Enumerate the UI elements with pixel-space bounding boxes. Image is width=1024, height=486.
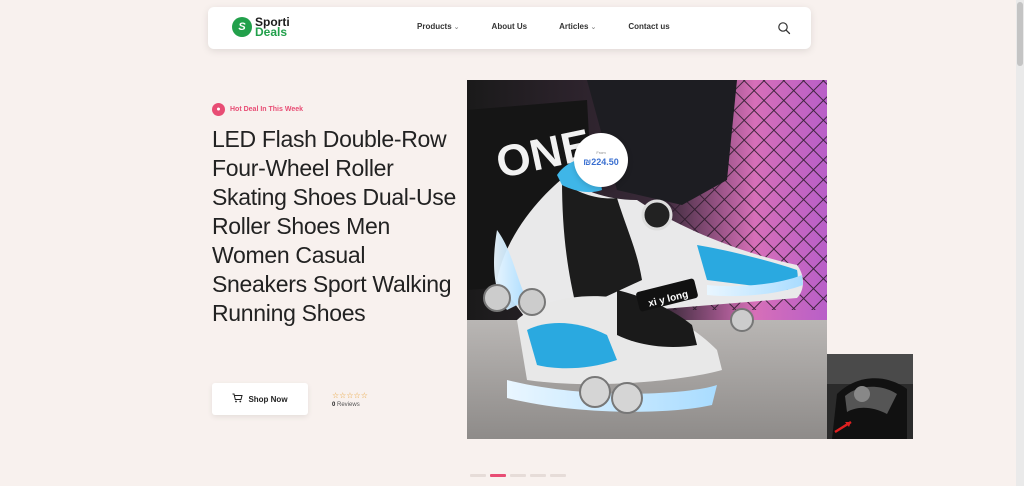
product-title: LED Flash Double-Row Four-Wheel Roller S… bbox=[212, 126, 456, 326]
review-count-number: 0 bbox=[332, 402, 336, 408]
slider-dot[interactable] bbox=[510, 474, 526, 477]
nav-item-articles[interactable]: Articles ⌄ bbox=[559, 22, 596, 31]
logo-line-2: Deals bbox=[255, 25, 288, 39]
hot-deal-badge: ● Hot Deal In This Week bbox=[212, 103, 462, 116]
nav-label-contact: Contact us bbox=[628, 22, 670, 31]
main-nav: Products ⌄ About Us Articles ⌄ Contact u… bbox=[417, 22, 702, 31]
search-icon[interactable] bbox=[777, 21, 791, 35]
hot-deal-text: Hot Deal In This Week bbox=[230, 106, 303, 113]
fire-icon: ● bbox=[212, 103, 225, 116]
nav-label-articles: Articles bbox=[559, 22, 589, 31]
navbar: S Sporti Deals Products ⌄ About Us Artic… bbox=[208, 7, 811, 49]
slider-pagination bbox=[470, 474, 566, 477]
logo-text: Sporti Deals bbox=[255, 16, 290, 39]
logo-mark-icon: S bbox=[232, 17, 252, 37]
nav-label-about: About Us bbox=[491, 22, 528, 31]
price-value: ₪224.50 bbox=[583, 157, 619, 167]
logo[interactable]: S Sporti Deals bbox=[232, 16, 290, 39]
product-image: ONE xi y long bbox=[467, 80, 827, 439]
rating: ☆☆☆☆☆ 0 Reviews bbox=[332, 391, 368, 408]
cart-icon bbox=[232, 393, 244, 406]
reviews-count: 0 Reviews bbox=[332, 402, 368, 408]
chevron-down-icon: ⌄ bbox=[453, 23, 460, 31]
shop-now-button[interactable]: Shop Now bbox=[212, 383, 308, 415]
slider-dot[interactable] bbox=[530, 474, 546, 477]
review-label: Reviews bbox=[337, 402, 360, 408]
chevron-down-icon: ⌄ bbox=[590, 23, 597, 31]
slider-dot[interactable] bbox=[550, 474, 566, 477]
nav-item-products[interactable]: Products ⌄ bbox=[417, 22, 460, 31]
slider-dot[interactable] bbox=[470, 474, 486, 477]
hero-content: ● Hot Deal In This Week LED Flash Double… bbox=[212, 103, 462, 326]
shop-now-label: Shop Now bbox=[248, 394, 288, 404]
nav-item-contact[interactable]: Contact us bbox=[628, 22, 669, 31]
price-bubble: From ₪224.50 bbox=[574, 133, 628, 187]
nav-item-about[interactable]: About Us bbox=[492, 22, 528, 31]
page-scrollbar[interactable] bbox=[1016, 0, 1024, 486]
rating-stars-icon: ☆☆☆☆☆ bbox=[332, 391, 368, 400]
price-from-label: From bbox=[596, 150, 606, 155]
nav-label-products: Products bbox=[417, 22, 452, 31]
product-thumbnail[interactable] bbox=[827, 354, 913, 439]
slider-dot-active[interactable] bbox=[490, 474, 506, 477]
scrollbar-thumb[interactable] bbox=[1017, 2, 1023, 66]
